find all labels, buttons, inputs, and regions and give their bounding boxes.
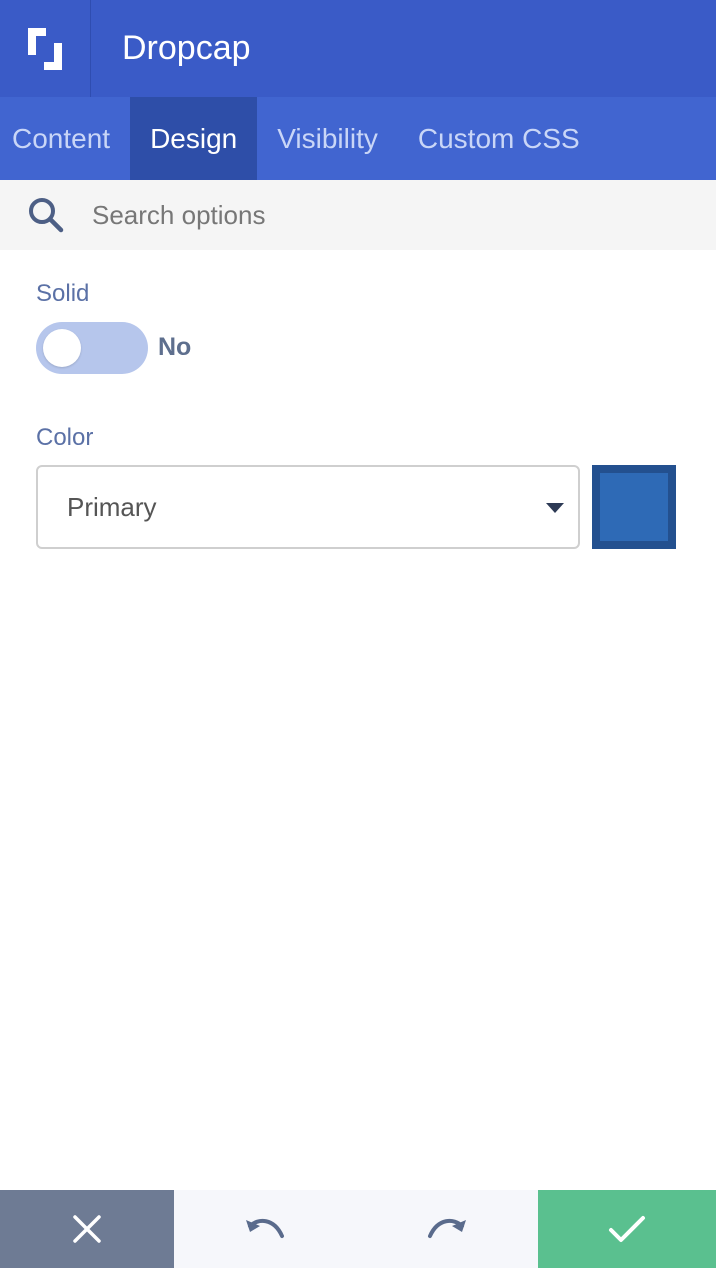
check-icon (609, 1216, 645, 1242)
color-swatch[interactable] (592, 465, 676, 549)
undo-button[interactable] (174, 1190, 356, 1268)
solid-label: Solid (36, 280, 90, 307)
tab-visibility[interactable]: Visibility (257, 97, 398, 180)
logo[interactable] (0, 0, 91, 97)
redo-button[interactable] (356, 1190, 538, 1268)
color-label: Color (36, 424, 94, 451)
cancel-button[interactable] (0, 1190, 174, 1268)
color-select-value: Primary (67, 491, 157, 522)
action-footer (0, 1190, 716, 1268)
chevron-down-icon (546, 503, 564, 513)
solid-toggle[interactable] (36, 322, 148, 374)
dropcap-settings-panel: Dropcap Content Design Visibility Custom… (0, 0, 716, 1268)
tab-design[interactable]: Design (130, 97, 258, 180)
tab-custom-css[interactable]: Custom CSS (398, 97, 600, 180)
panel-header: Dropcap (0, 0, 716, 97)
redo-icon (428, 1218, 466, 1238)
search-icon (29, 198, 64, 233)
bracket-logo-icon (28, 27, 62, 70)
color-select[interactable]: Primary (36, 465, 580, 549)
search-icon-wrap (0, 196, 92, 234)
save-button[interactable] (538, 1190, 716, 1268)
undo-icon (246, 1218, 284, 1238)
tab-content[interactable]: Content (0, 97, 130, 180)
tab-bar: Content Design Visibility Custom CSS (0, 97, 716, 180)
solid-state-text: No (158, 333, 192, 361)
search-bar (0, 180, 716, 250)
toggle-knob (43, 329, 81, 367)
search-input[interactable] (92, 185, 716, 245)
close-icon (73, 1215, 101, 1243)
page-title: Dropcap (122, 29, 251, 67)
